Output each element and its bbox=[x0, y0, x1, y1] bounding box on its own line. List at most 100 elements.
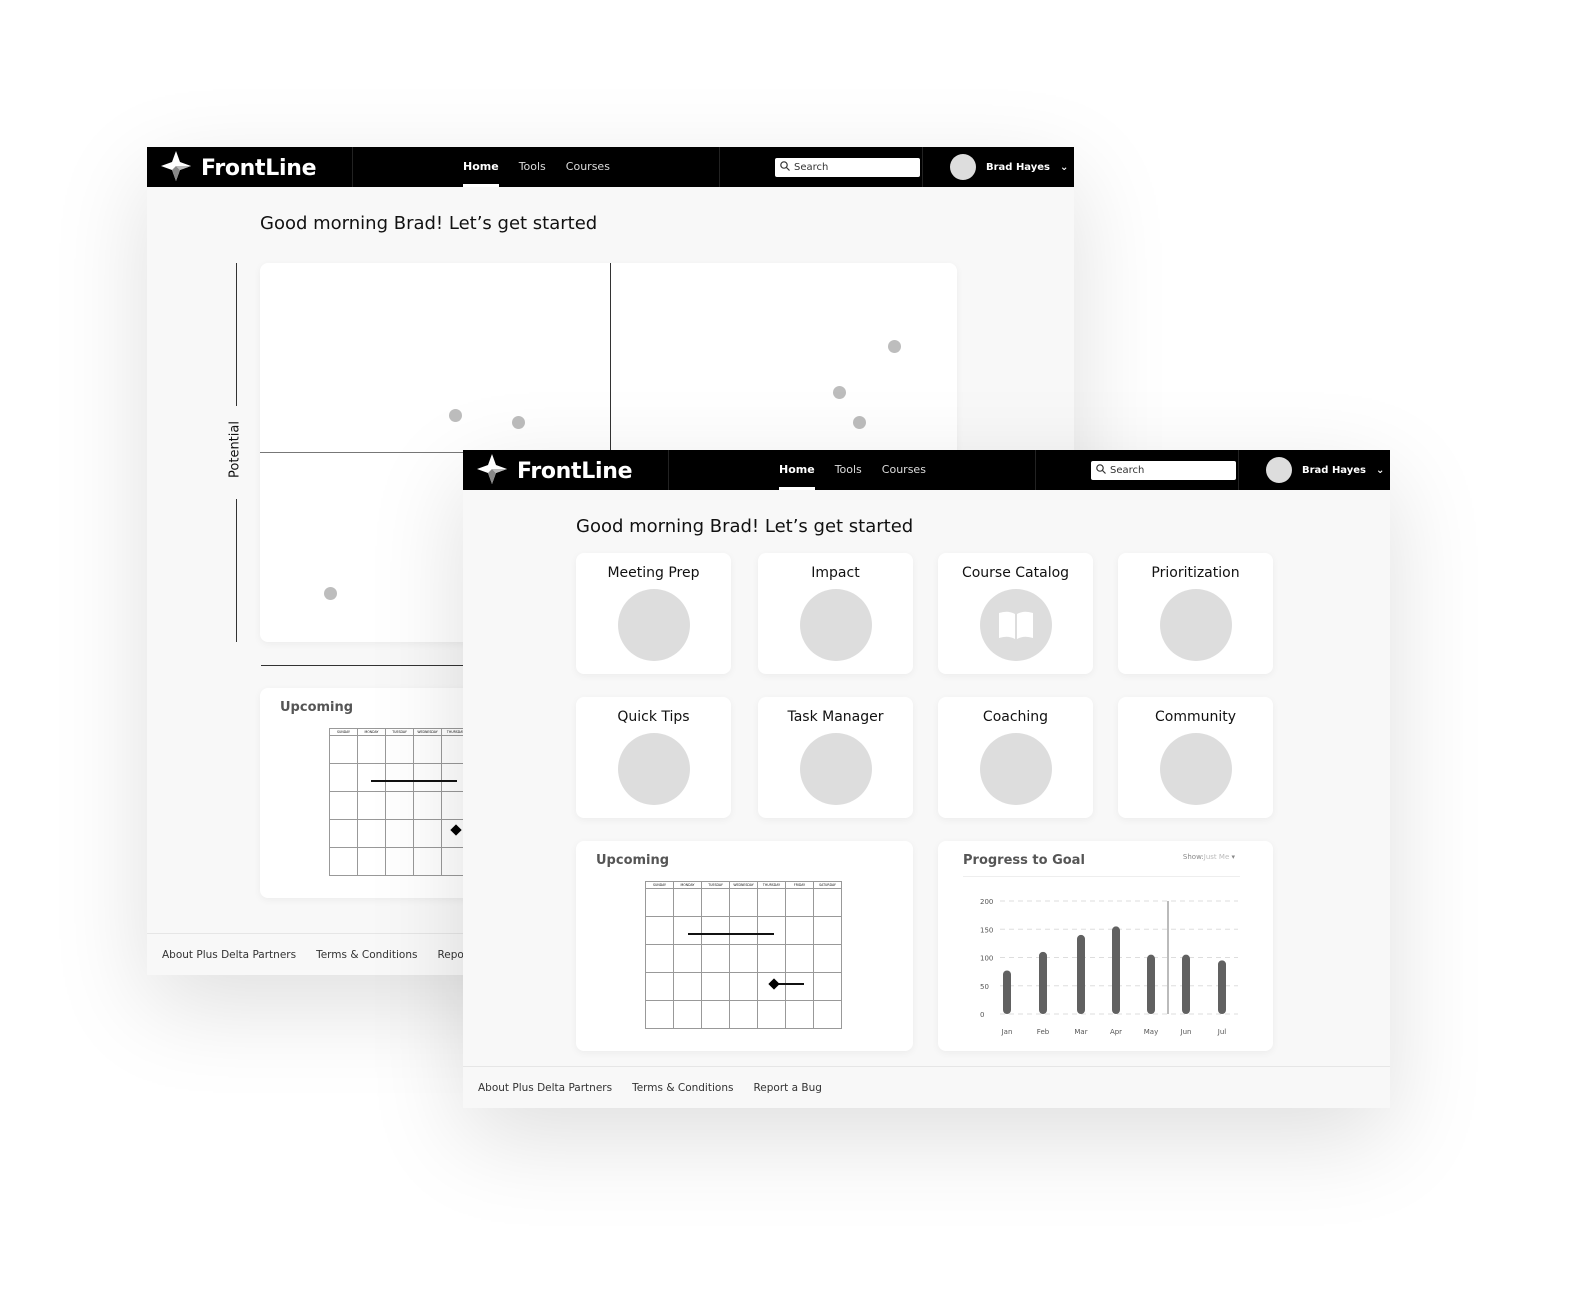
calendar-cell[interactable] bbox=[385, 791, 414, 820]
bar-apr[interactable] bbox=[1112, 926, 1120, 1014]
calendar-cell[interactable] bbox=[413, 819, 442, 848]
calendar-cell[interactable] bbox=[701, 972, 730, 1001]
footer-link[interactable]: Terms & Conditions bbox=[632, 1082, 733, 1094]
scatter-point[interactable] bbox=[449, 408, 463, 422]
brand-logo[interactable]: FrontLine bbox=[161, 151, 317, 185]
calendar-cell[interactable] bbox=[673, 888, 702, 917]
chevron-down-icon: ⌄ bbox=[1376, 464, 1385, 476]
calendar-cell[interactable] bbox=[785, 972, 814, 1001]
bar-feb[interactable] bbox=[1039, 951, 1047, 1014]
calendar-cell[interactable] bbox=[785, 944, 814, 973]
calendar-cell[interactable] bbox=[757, 888, 786, 917]
tile-prioritization[interactable]: Prioritization bbox=[1118, 553, 1273, 674]
nav-tools[interactable]: Tools bbox=[835, 450, 862, 490]
calendar-cell[interactable] bbox=[701, 888, 730, 917]
upcoming-title: Upcoming bbox=[280, 700, 354, 715]
user-menu[interactable]: Brad Hayes ⌄ bbox=[950, 154, 1068, 180]
calendar-cell[interactable] bbox=[645, 1000, 674, 1029]
footer-link[interactable]: Terms & Conditions bbox=[316, 949, 417, 961]
calendar-cell[interactable] bbox=[673, 944, 702, 973]
brand-logo[interactable]: FrontLine bbox=[477, 454, 633, 488]
calendar-cell[interactable] bbox=[329, 735, 358, 764]
calendar-cell[interactable] bbox=[645, 972, 674, 1001]
tile-meeting-prep[interactable]: Meeting Prep bbox=[576, 553, 731, 674]
calendar-event-bar[interactable] bbox=[371, 780, 457, 782]
calendar-cell[interactable] bbox=[729, 972, 758, 1001]
calendar-cell[interactable] bbox=[357, 735, 386, 764]
tile-quick-tips[interactable]: Quick Tips bbox=[576, 697, 731, 818]
calendar-cell[interactable] bbox=[385, 819, 414, 848]
calendar-cell[interactable] bbox=[813, 972, 842, 1001]
calendar-cell[interactable] bbox=[385, 847, 414, 876]
bar-may[interactable] bbox=[1147, 954, 1155, 1014]
calendar-cell[interactable] bbox=[673, 1000, 702, 1029]
calendar-cell[interactable] bbox=[729, 916, 758, 945]
bar-jun[interactable] bbox=[1182, 954, 1190, 1014]
calendar-cell[interactable] bbox=[813, 916, 842, 945]
tile-community[interactable]: Community bbox=[1118, 697, 1273, 818]
bar-jan[interactable] bbox=[1003, 970, 1011, 1014]
tile-impact[interactable]: Impact bbox=[758, 553, 913, 674]
x-tick-label: Apr bbox=[1110, 1028, 1122, 1036]
calendar-cell[interactable] bbox=[785, 1000, 814, 1029]
search-input[interactable]: Search bbox=[775, 158, 920, 177]
calendar-cell[interactable] bbox=[701, 916, 730, 945]
tile-course-catalog[interactable]: Course Catalog bbox=[938, 553, 1093, 674]
calendar-cell[interactable] bbox=[757, 1000, 786, 1029]
footer-link[interactable]: About Plus Delta Partners bbox=[162, 949, 296, 961]
calendar-event-bar[interactable] bbox=[688, 933, 774, 935]
scatter-point[interactable] bbox=[853, 416, 867, 430]
nav-tools[interactable]: Tools bbox=[519, 147, 546, 187]
calendar-cell[interactable] bbox=[357, 847, 386, 876]
tile-task-manager[interactable]: Task Manager bbox=[758, 697, 913, 818]
calendar-cell[interactable] bbox=[673, 972, 702, 1001]
calendar-cell[interactable] bbox=[413, 791, 442, 820]
calendar-cell[interactable] bbox=[645, 944, 674, 973]
calendar-cell[interactable] bbox=[329, 847, 358, 876]
calendar-cell[interactable] bbox=[413, 847, 442, 876]
calendar-cell[interactable] bbox=[645, 888, 674, 917]
calendar-cell[interactable] bbox=[329, 763, 358, 792]
calendar-cell[interactable] bbox=[329, 791, 358, 820]
nav-home[interactable]: Home bbox=[779, 450, 815, 490]
calendar-cell[interactable] bbox=[357, 791, 386, 820]
footer-link[interactable]: About Plus Delta Partners bbox=[478, 1082, 612, 1094]
nav-courses[interactable]: Courses bbox=[882, 450, 926, 490]
bar-mar[interactable] bbox=[1077, 934, 1085, 1014]
tile-label: Course Catalog bbox=[961, 565, 1070, 581]
calendar-cell[interactable] bbox=[385, 763, 414, 792]
scatter-point[interactable] bbox=[511, 416, 525, 430]
calendar-cell[interactable] bbox=[729, 888, 758, 917]
scatter-point[interactable] bbox=[888, 340, 902, 354]
calendar-cell[interactable] bbox=[785, 916, 814, 945]
calendar-cell[interactable] bbox=[357, 763, 386, 792]
calendar-cell[interactable] bbox=[729, 944, 758, 973]
calendar-cell[interactable] bbox=[357, 819, 386, 848]
footer-link[interactable]: Report a Bug bbox=[753, 1082, 821, 1094]
calendar-cell[interactable] bbox=[813, 888, 842, 917]
nav-home[interactable]: Home bbox=[463, 147, 499, 187]
calendar-cell[interactable] bbox=[813, 1000, 842, 1029]
calendar-cell[interactable] bbox=[785, 888, 814, 917]
calendar-cell[interactable] bbox=[385, 735, 414, 764]
calendar-cell[interactable] bbox=[757, 916, 786, 945]
nav-courses[interactable]: Courses bbox=[566, 147, 610, 187]
calendar-cell[interactable] bbox=[757, 944, 786, 973]
search-input[interactable]: Search bbox=[1091, 461, 1236, 480]
scatter-point[interactable] bbox=[832, 385, 846, 399]
scatter-point[interactable] bbox=[323, 586, 337, 600]
calendar-cell[interactable] bbox=[329, 819, 358, 848]
tile-coaching[interactable]: Coaching bbox=[938, 697, 1093, 818]
calendar-day-header: SUNDAY bbox=[329, 728, 358, 736]
calendar-cell[interactable] bbox=[413, 735, 442, 764]
calendar-cell[interactable] bbox=[701, 944, 730, 973]
user-menu[interactable]: Brad Hayes ⌄ bbox=[1266, 457, 1384, 483]
calendar-cell[interactable] bbox=[673, 916, 702, 945]
divider bbox=[922, 147, 923, 187]
calendar-cell[interactable] bbox=[813, 944, 842, 973]
calendar-cell[interactable] bbox=[701, 1000, 730, 1029]
calendar-cell[interactable] bbox=[645, 916, 674, 945]
calendar-cell[interactable] bbox=[413, 763, 442, 792]
calendar-cell[interactable] bbox=[729, 1000, 758, 1029]
bar-jul[interactable] bbox=[1218, 960, 1226, 1014]
